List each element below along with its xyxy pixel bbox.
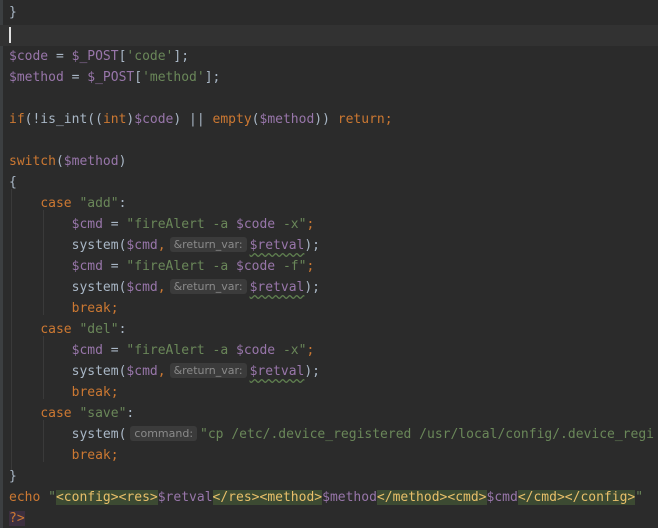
xml-tag: <method>	[259, 490, 323, 505]
string-literal: 'method'	[142, 70, 205, 85]
code-line[interactable]: break;	[0, 445, 658, 466]
xml-tag: </config>	[564, 490, 636, 505]
php-close-tag: ?>	[9, 511, 25, 526]
code-line[interactable]: case "add":	[0, 193, 658, 214]
parameter-hint: &return_var:	[169, 279, 247, 294]
code-line[interactable]: $cmd = "fireAlert -a $code -f";	[0, 256, 658, 277]
xml-tag: <res>	[118, 490, 158, 505]
code-line[interactable]: echo "<config><res>$retval</res><method>…	[0, 487, 658, 508]
xml-tag: <config>	[55, 490, 119, 505]
string-literal: "cp /etc/.device_registered /usr/local/c…	[200, 427, 654, 442]
string-literal: 'code'	[126, 49, 174, 64]
code-line[interactable]: system(command: "cp /etc/.device_register…	[0, 424, 658, 445]
code-editor[interactable]: } $code = $_POST['code']; $method = $_PO…	[0, 0, 658, 528]
variable: $code	[134, 112, 174, 127]
keyword: echo	[9, 490, 41, 505]
code-line[interactable]: $code = $_POST['code'];	[0, 46, 658, 67]
variable: $code	[9, 49, 49, 64]
code-line[interactable]: switch($method)	[0, 151, 658, 172]
xml-tag: </cmd>	[517, 490, 565, 505]
code-line[interactable]: break;	[0, 298, 658, 319]
keyword: case	[40, 196, 72, 211]
variable: $cmd	[71, 217, 103, 232]
closing-brace: }	[9, 5, 17, 20]
code-line[interactable]: system($cmd, &return_var: $retval);	[0, 361, 658, 382]
code-line[interactable]: $cmd = "fireAlert -a $code -x";	[0, 340, 658, 361]
xml-tag: </method>	[376, 490, 448, 505]
code-line[interactable]: if(!is_int((int)$code) || empty($method)…	[0, 109, 658, 130]
code-line-current[interactable]	[0, 25, 658, 46]
code-line[interactable]: $cmd = "fireAlert -a $code -x";	[0, 214, 658, 235]
string-literal: "add"	[79, 196, 119, 211]
xml-tag: <cmd>	[447, 490, 487, 505]
code-line[interactable]: system($cmd, &return_var: $retval);	[0, 235, 658, 256]
superglobal: $_POST	[71, 49, 119, 64]
keyword: if	[9, 112, 25, 127]
variable: $method	[9, 70, 64, 85]
parameter-hint: &return_var:	[169, 363, 247, 378]
code-line[interactable]: $method = $_POST['method'];	[0, 67, 658, 88]
code-line[interactable]: case "save":	[0, 403, 658, 424]
code-line[interactable]: case "del":	[0, 319, 658, 340]
parameter-hint: command:	[130, 426, 198, 441]
code-line[interactable]: system($cmd, &return_var: $retval);	[0, 277, 658, 298]
variable: $method	[63, 154, 119, 169]
code-line[interactable]: }	[0, 2, 658, 23]
keyword: switch	[9, 154, 56, 169]
keyword: empty	[212, 112, 252, 127]
text-caret	[9, 27, 11, 43]
code-line[interactable]: {	[0, 172, 658, 193]
code-line[interactable]: break;	[0, 382, 658, 403]
parameter-hint: &return_var:	[169, 237, 247, 252]
keyword: break	[71, 301, 111, 316]
function-call: system	[71, 238, 119, 253]
keyword: int	[102, 112, 127, 127]
variable-warning: $retval	[249, 238, 305, 253]
superglobal: $_POST	[87, 70, 135, 85]
variable: $method	[259, 112, 315, 127]
code-line[interactable]: }	[0, 466, 658, 487]
keyword: return	[337, 112, 385, 127]
code-line[interactable]: ?>	[0, 508, 658, 528]
xml-tag: </res>	[212, 490, 260, 505]
